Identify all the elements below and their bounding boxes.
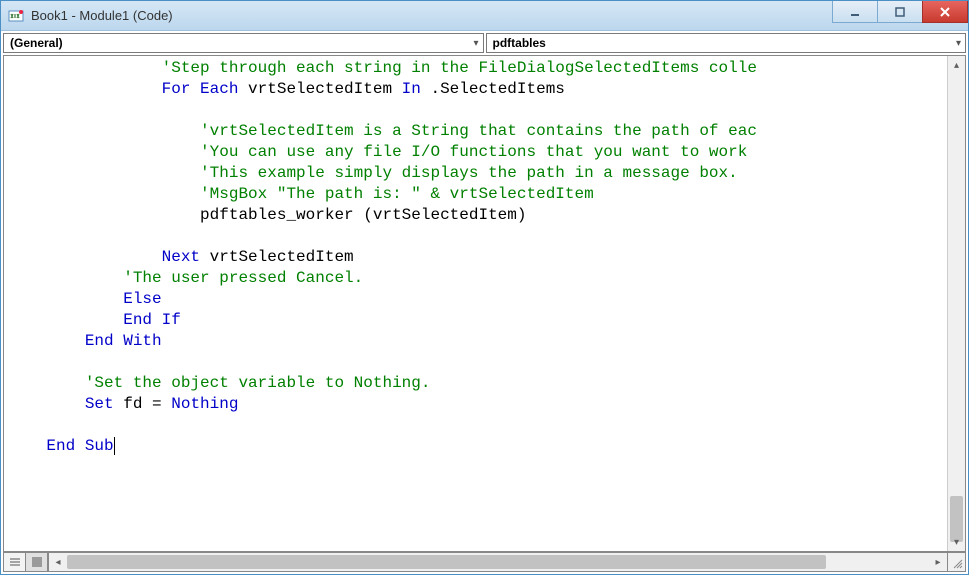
maximize-button[interactable] xyxy=(877,1,923,23)
scroll-down-button[interactable]: ▾ xyxy=(948,533,965,551)
procedure-view-button[interactable] xyxy=(4,553,26,571)
procedure-dropdown-label: pdftables xyxy=(493,36,956,50)
code-viewport[interactable]: 'Step through each string in the FileDia… xyxy=(4,56,947,551)
code-area: 'Step through each string in the FileDia… xyxy=(3,55,966,552)
horizontal-scroll-track[interactable] xyxy=(67,553,929,571)
object-dropdown[interactable]: (General) ▾ xyxy=(3,33,484,53)
scroll-left-button[interactable]: ◂ xyxy=(49,557,67,568)
chevron-down-icon: ▾ xyxy=(956,38,961,49)
bottom-bar: ◂ ▸ xyxy=(3,552,966,572)
scroll-right-button[interactable]: ▸ xyxy=(929,557,947,568)
vertical-scrollbar[interactable]: ▴ ▾ xyxy=(947,56,965,551)
chevron-down-icon: ▾ xyxy=(473,38,478,49)
object-dropdown-label: (General) xyxy=(10,36,473,50)
window-buttons xyxy=(833,1,968,30)
close-button[interactable] xyxy=(922,1,968,23)
vba-module-icon xyxy=(7,7,25,25)
code-window: Book1 - Module1 (Code) (General) ▾ pdfta… xyxy=(0,0,969,575)
resize-grip[interactable] xyxy=(948,552,966,572)
horizontal-scrollbar[interactable]: ◂ ▸ xyxy=(48,552,948,572)
code-dropdowns: (General) ▾ pdftables ▾ xyxy=(1,31,968,55)
window-title: Book1 - Module1 (Code) xyxy=(31,8,833,23)
code-text[interactable]: 'Step through each string in the FileDia… xyxy=(4,56,947,459)
procedure-dropdown[interactable]: pdftables ▾ xyxy=(486,33,967,53)
minimize-button[interactable] xyxy=(832,1,878,23)
full-module-view-button[interactable] xyxy=(26,553,48,571)
horizontal-scroll-thumb[interactable] xyxy=(67,555,826,569)
titlebar[interactable]: Book1 - Module1 (Code) xyxy=(1,1,968,31)
view-mode-buttons xyxy=(3,552,48,572)
scroll-up-button[interactable]: ▴ xyxy=(948,56,965,74)
